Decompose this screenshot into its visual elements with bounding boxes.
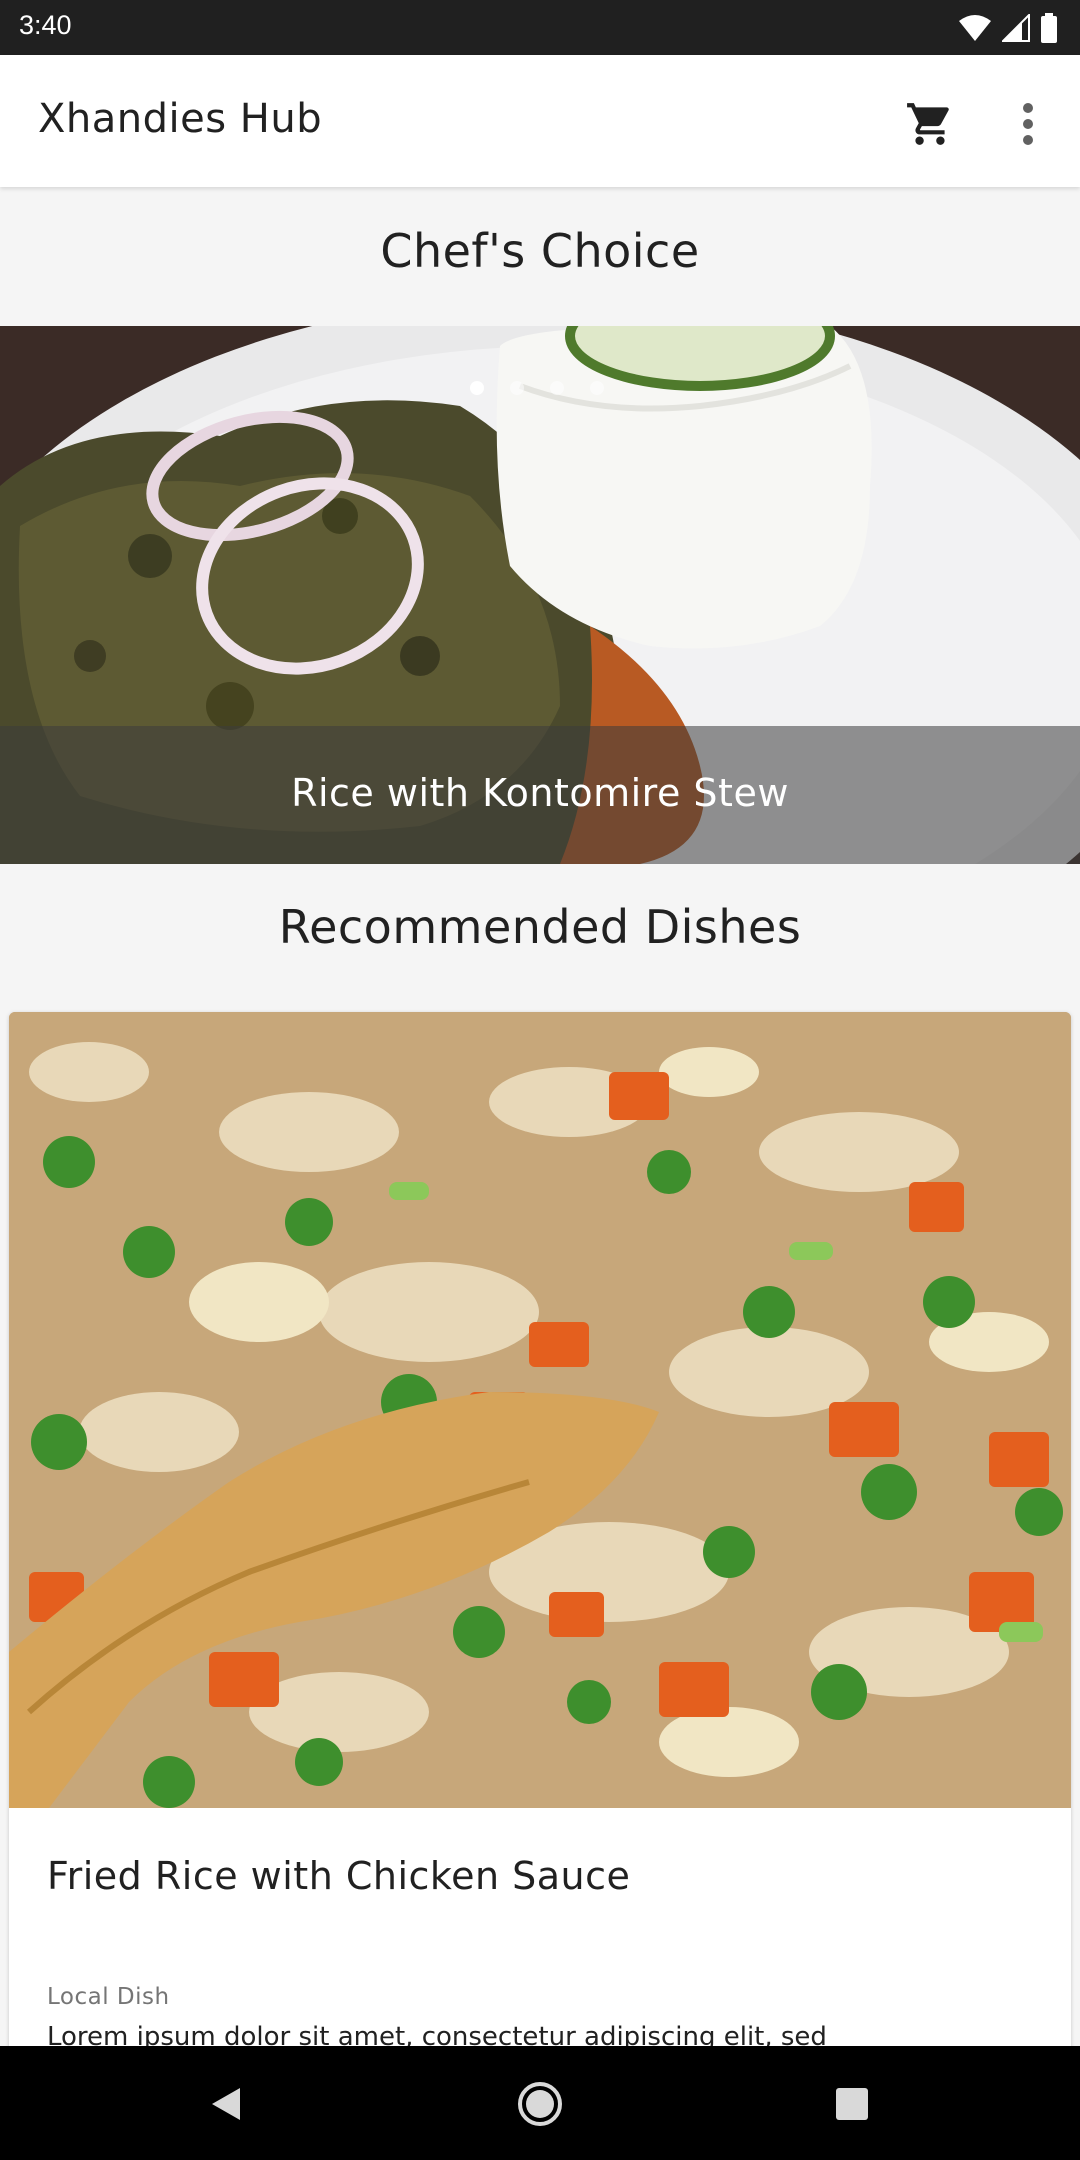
status-time: 3:40	[19, 10, 72, 40]
cart-button[interactable]	[898, 92, 962, 156]
overflow-menu-button[interactable]	[1000, 92, 1056, 156]
app-title: Xhandies Hub	[38, 96, 323, 142]
home-icon	[518, 2082, 562, 2126]
status-icons	[958, 12, 1058, 44]
carousel-caption-bar: Rice with Kontomire Stew	[0, 726, 1080, 864]
cell-signal-icon	[1002, 14, 1030, 42]
more-vert-icon	[1023, 103, 1033, 145]
dish-card-category: Local Dish	[47, 1984, 170, 2010]
carousel-caption: Rice with Kontomire Stew	[291, 771, 789, 815]
recents-button[interactable]	[822, 2074, 882, 2134]
recommended-heading: Recommended Dishes	[278, 900, 802, 954]
app-bar: Xhandies Hub	[0, 55, 1080, 187]
back-button[interactable]	[196, 2074, 256, 2134]
carousel-dot[interactable]	[510, 381, 524, 395]
wifi-icon	[959, 15, 991, 41]
dish-card-image	[9, 1012, 1071, 1808]
dish-card[interactable]: Fried Rice with Chicken Sauce Local Dish…	[9, 1012, 1071, 2132]
carousel-dot[interactable]	[470, 381, 484, 395]
system-nav-bar	[0, 2046, 1080, 2160]
carousel-dot[interactable]	[590, 381, 604, 395]
status-bar: 3:40	[0, 0, 1080, 55]
carousel-indicators	[470, 381, 604, 395]
dish-card-title: Fried Rice with Chicken Sauce	[47, 1854, 631, 1898]
home-button[interactable]	[510, 2074, 570, 2134]
cart-icon	[907, 103, 949, 145]
back-icon	[212, 2088, 240, 2120]
carousel-dot[interactable]	[550, 381, 564, 395]
battery-icon	[1041, 13, 1057, 43]
recents-icon	[836, 2088, 868, 2120]
chefs-choice-heading: Chef's Choice	[380, 224, 700, 278]
chefs-choice-carousel[interactable]: Rice with Kontomire Stew	[0, 326, 1080, 864]
fried-rice-image	[9, 1012, 1071, 1808]
